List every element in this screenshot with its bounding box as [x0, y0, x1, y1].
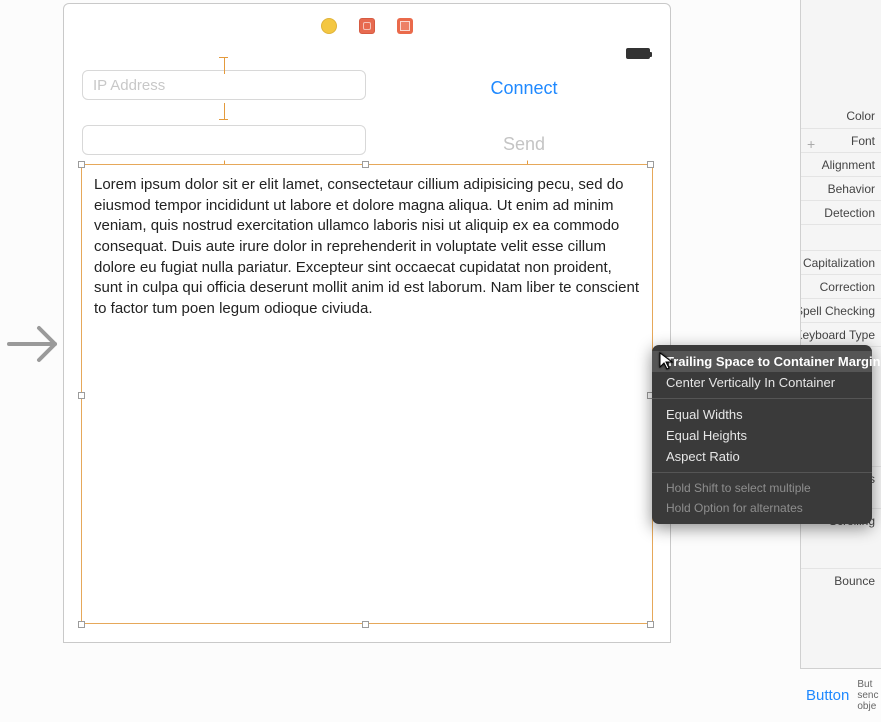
- cursor-icon: [659, 352, 673, 375]
- send-button[interactable]: Send: [454, 134, 594, 155]
- library-item-title: Button: [806, 687, 849, 704]
- selection-handle[interactable]: [78, 161, 85, 168]
- message-field[interactable]: [82, 125, 366, 155]
- selection-handle[interactable]: [362, 161, 369, 168]
- toolbar-indicator-row: [64, 18, 670, 34]
- interface-builder-canvas[interactable]: IP Address Connect Send Lorem ipsum dolo…: [63, 3, 671, 643]
- constraint-menu-item-trailing[interactable]: Trailing Space to Container Margin: [652, 351, 872, 372]
- warning-indicator-icon: [321, 18, 337, 34]
- inspector-row-behavior[interactable]: Behavior: [801, 176, 881, 200]
- selection-handle[interactable]: [362, 621, 369, 628]
- navigation-arrow-icon: [5, 320, 60, 373]
- selection-handle[interactable]: [647, 161, 654, 168]
- constraint-menu-item-equal-widths[interactable]: Equal Widths: [652, 404, 872, 425]
- constraint-marker-icon: [219, 103, 228, 120]
- selection-handle[interactable]: [647, 621, 654, 628]
- constraint-menu-item-aspect-ratio[interactable]: Aspect Ratio: [652, 446, 872, 467]
- inspector-row-capitalization[interactable]: Capitalization: [801, 250, 881, 274]
- ip-address-field[interactable]: IP Address: [82, 70, 366, 100]
- inspector-row-bounce[interactable]: Bounce: [801, 568, 881, 592]
- inspector-row-spellchecking[interactable]: Spell Checking: [801, 298, 881, 322]
- menu-hint: Hold Shift to select multiple: [652, 478, 872, 498]
- library-item-desc: But: [857, 679, 878, 690]
- menu-separator: [652, 398, 872, 399]
- object-library-item[interactable]: Button But senc obje: [800, 668, 881, 722]
- selection-handle[interactable]: [78, 621, 85, 628]
- storyboard-indicator-icon: [359, 18, 375, 34]
- inspector-row-color[interactable]: Color: [801, 104, 881, 128]
- constraint-popover: Trailing Space to Container Margin Cente…: [652, 345, 872, 524]
- add-attribute-icon[interactable]: +: [807, 136, 815, 152]
- error-indicator-icon: [397, 18, 413, 34]
- battery-status-icon: [626, 48, 650, 59]
- constraint-menu-item-equal-heights[interactable]: Equal Heights: [652, 425, 872, 446]
- selection-handle[interactable]: [78, 392, 85, 399]
- text-view[interactable]: Lorem ipsum dolor sit er elit lamet, con…: [81, 164, 653, 624]
- library-item-desc: obje: [857, 701, 878, 712]
- inspector-row-detection[interactable]: Detection: [801, 200, 881, 224]
- inspector-row-keyboard[interactable]: Keyboard Type: [801, 322, 881, 346]
- connect-button[interactable]: Connect: [454, 78, 594, 99]
- inspector-row-correction[interactable]: Correction: [801, 274, 881, 298]
- menu-separator: [652, 472, 872, 473]
- constraint-marker-icon: [219, 57, 228, 74]
- library-item-desc: senc: [857, 690, 878, 701]
- constraint-menu-item-center-v[interactable]: Center Vertically In Container: [652, 372, 872, 393]
- menu-hint: Hold Option for alternates: [652, 498, 872, 518]
- inspector-row-alignment[interactable]: Alignment: [801, 152, 881, 176]
